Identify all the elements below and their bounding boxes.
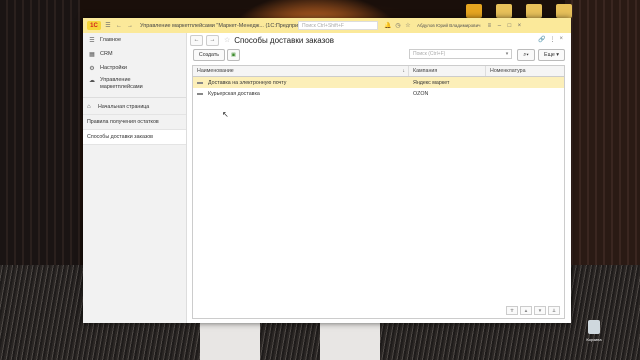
sidebar-section-settings[interactable]: ⚙ Настройки — [83, 61, 186, 75]
forward-icon[interactable]: → — [126, 22, 134, 30]
sidebar-section-crm[interactable]: ▦ CRM — [83, 47, 186, 61]
forward-button[interactable]: → — [206, 34, 219, 46]
menu-icon: ☰ — [89, 37, 95, 44]
page-title: Способы доставки заказов — [234, 35, 334, 45]
excel-icon[interactable]: ▣ — [227, 49, 240, 61]
nav-item-stock-rules[interactable]: Правила получения остатков — [83, 115, 186, 130]
nav-item-label: Начальная страница — [98, 104, 150, 110]
back-button[interactable]: ← — [190, 34, 203, 46]
column-label: Наименование — [197, 68, 234, 74]
history-icon[interactable]: ◷ — [393, 21, 403, 30]
link-icon[interactable]: 🔗 — [538, 36, 545, 43]
cell-campaign: Яндекс маркет — [413, 79, 450, 86]
nav-item-home[interactable]: ⌂ Начальная страница — [83, 100, 186, 115]
more-icon[interactable]: ⋮ — [549, 36, 555, 43]
item-icon — [197, 92, 203, 95]
toolbar: Создать ▣ Поиск (Ctrl+F) ▾ ⌕▾ Еще ▾ — [187, 49, 571, 61]
desktop-background-left — [0, 0, 80, 270]
sidebar-section-main[interactable]: ☰ Главное — [83, 33, 186, 47]
minimize-icon[interactable]: – — [494, 21, 504, 30]
scroll-bottom-icon[interactable]: ⇊ — [548, 306, 560, 315]
divider — [83, 97, 186, 98]
cell-campaign: OZON — [413, 90, 429, 97]
mouse-cursor-icon: ↖ — [222, 110, 229, 119]
scroll-top-icon[interactable]: ⇈ — [506, 306, 518, 315]
star-icon[interactable]: ☆ — [224, 36, 230, 44]
column-header-nomenclature[interactable]: Номенклатура — [486, 66, 564, 76]
desktop-folder-icon[interactable] — [556, 4, 572, 18]
global-search-input[interactable]: Поиск Ctrl+Shift+F — [298, 21, 378, 30]
sidebar-section-label: CRM — [100, 51, 113, 57]
user-name[interactable]: Абдулов Юрий Владимирович — [417, 23, 480, 28]
sort-down-icon: ↓ — [402, 68, 406, 74]
scroll-controls: ⇈ ▲ ▼ ⇊ — [506, 306, 560, 315]
desktop-background-mugs — [200, 318, 400, 360]
column-label: Кампания — [413, 68, 438, 74]
sidebar-section-label: Главное — [100, 37, 122, 43]
form-header: ← → ☆ Способы доставки заказов 🔗 ⋮ × — [187, 33, 571, 47]
desktop-folder-icon[interactable] — [466, 4, 482, 18]
table-row[interactable]: Курьерская доставка OZON — [193, 88, 564, 99]
sidebar-section-marketplaces[interactable]: ☁ Управление маркетплейсами — [83, 75, 186, 95]
recycle-bin-icon[interactable] — [588, 320, 600, 334]
create-button[interactable]: Создать — [193, 49, 225, 61]
column-header-campaign[interactable]: Кампания — [409, 66, 486, 76]
nav-item-label: Способы доставки заказов — [87, 134, 153, 140]
item-icon — [197, 81, 203, 84]
cell-name: Доставка на электронную почту — [208, 79, 287, 86]
menu-icon[interactable]: ☰ — [104, 22, 112, 30]
delivery-methods-table: Наименование ↓ Кампания Номенклатура Дос… — [192, 65, 565, 319]
column-label: Номенклатура — [490, 68, 526, 74]
sidebar-section-label: Настройки — [100, 65, 127, 71]
home-icon: ⌂ — [87, 104, 91, 110]
nav-item-delivery-methods[interactable]: Способы доставки заказов — [83, 130, 186, 145]
more-button[interactable]: Еще ▾ — [538, 49, 565, 61]
main-form: ← → ☆ Способы доставки заказов 🔗 ⋮ × Соз… — [187, 33, 571, 323]
close-icon[interactable]: × — [514, 21, 524, 30]
chevron-down-icon[interactable]: ▾ — [503, 50, 511, 58]
title-bar: 1С ☰ ← → Управление маркетплейсами "Марк… — [83, 18, 571, 33]
cell-name: Курьерская доставка — [208, 90, 260, 97]
table-header: Наименование ↓ Кампания Номенклатура — [193, 66, 564, 77]
calendar-icon: ▦ — [89, 51, 95, 58]
app-logo: 1С — [87, 21, 101, 30]
settings-icon[interactable]: ≡ — [484, 21, 494, 30]
scroll-up-icon[interactable]: ▲ — [520, 306, 532, 315]
app-window: 1С ☰ ← → Управление маркетплейсами "Марк… — [83, 18, 571, 323]
recycle-bin-label: Корзина — [586, 337, 602, 342]
maximize-icon[interactable]: □ — [504, 21, 514, 30]
back-icon[interactable]: ← — [115, 22, 123, 30]
find-button[interactable]: ⌕▾ — [517, 49, 535, 61]
list-search-input[interactable]: Поиск (Ctrl+F) ▾ — [409, 49, 512, 59]
more-label: Еще — [544, 52, 555, 58]
nav-item-label: Правила получения остатков — [87, 119, 159, 125]
notification-icon[interactable]: 🔔 — [383, 21, 393, 30]
scroll-down-icon[interactable]: ▼ — [534, 306, 546, 315]
sidebar-section-label: Управление маркетплейсами — [100, 77, 143, 90]
sidebar: ☰ Главное ▦ CRM ⚙ Настройки ☁ Управление… — [83, 33, 187, 323]
desktop-folder-icon[interactable] — [496, 4, 512, 18]
gear-icon: ⚙ — [89, 65, 95, 72]
table-row[interactable]: Доставка на электронную почту Яндекс мар… — [193, 77, 564, 88]
search-placeholder: Поиск (Ctrl+F) — [413, 51, 446, 57]
desktop-background-right — [565, 0, 640, 270]
app-title: Управление маркетплейсами "Маркет-Менедж… — [140, 22, 312, 29]
column-header-name[interactable]: Наименование ↓ — [193, 66, 409, 76]
cloud-icon: ☁ — [89, 78, 95, 84]
close-icon[interactable]: × — [559, 36, 563, 43]
search-icon: ⌕▾ — [523, 51, 529, 58]
favorites-icon[interactable]: ☆ — [403, 21, 413, 30]
desktop-folder-icon[interactable] — [526, 4, 542, 18]
